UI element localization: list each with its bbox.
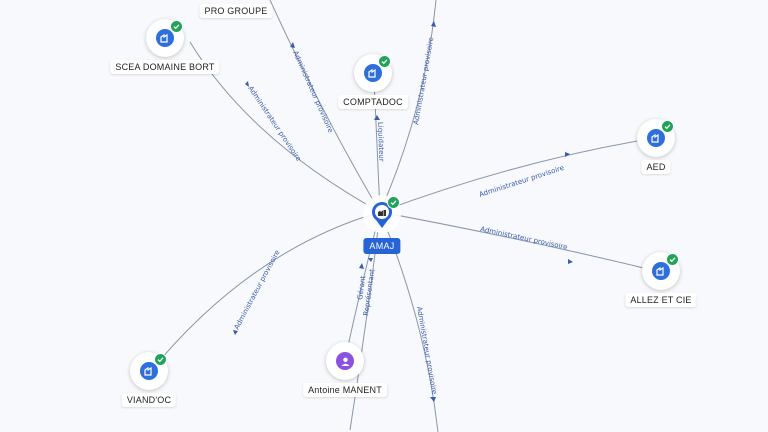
edge-arrow (233, 330, 238, 335)
person-icon (336, 352, 354, 370)
person-bubble (326, 342, 364, 380)
company-bubble (354, 54, 392, 92)
node-label: VIAND'OC (121, 393, 177, 407)
node-label: ALLEZ ET CIE (625, 293, 697, 307)
edge-arrow (568, 259, 573, 264)
edge-label-admin: Administrateur provisoire (480, 225, 569, 251)
edge-label-admin: Administrateur provisoire (478, 164, 565, 199)
edge-arrow (431, 21, 436, 27)
building-icon (156, 29, 174, 47)
edge-arrow (374, 115, 380, 120)
node-label: COMPTADOC (338, 95, 408, 109)
company-bubble (642, 252, 680, 290)
edge-arrow (368, 258, 373, 262)
edge-arrow (245, 81, 249, 87)
building-icon (364, 64, 382, 82)
building-icon (652, 262, 670, 280)
verified-check-icon (661, 120, 674, 133)
company-bubble (146, 19, 184, 57)
verified-check-icon (666, 253, 679, 266)
edge-label-liquidateur: Liquidateur (376, 122, 385, 162)
center-label: AMAJ (363, 238, 401, 254)
node-label: PRO GROUPE (199, 4, 273, 18)
edge-to-allez (379, 211, 661, 273)
company-bubble (130, 352, 168, 390)
node-label: SCEA DOMAINE BORT (110, 60, 220, 74)
edge-label-admin: Administrateur provisoire (233, 249, 282, 331)
edge-label-admin: Administrateur provisoire (412, 36, 435, 125)
verified-check-icon (387, 196, 400, 209)
edge-label-admin: Administrateur provisoire (415, 306, 438, 395)
verified-check-icon (170, 20, 183, 33)
building-icon (647, 129, 665, 147)
edge-label-admin: Administrateur provisoire (246, 85, 302, 163)
edge-label-admin: Administrateur provisoire (291, 50, 334, 134)
company-bubble (637, 119, 675, 157)
verified-check-icon (154, 353, 167, 366)
node-label: Antoine MANENT (303, 383, 387, 397)
node-label: AED (641, 160, 671, 174)
center-pin (362, 194, 402, 234)
edge-arrow (430, 397, 436, 402)
building-icon (140, 362, 158, 380)
edge-to-aed (379, 137, 656, 213)
edge-arrow (359, 263, 364, 269)
verified-check-icon (378, 55, 391, 68)
